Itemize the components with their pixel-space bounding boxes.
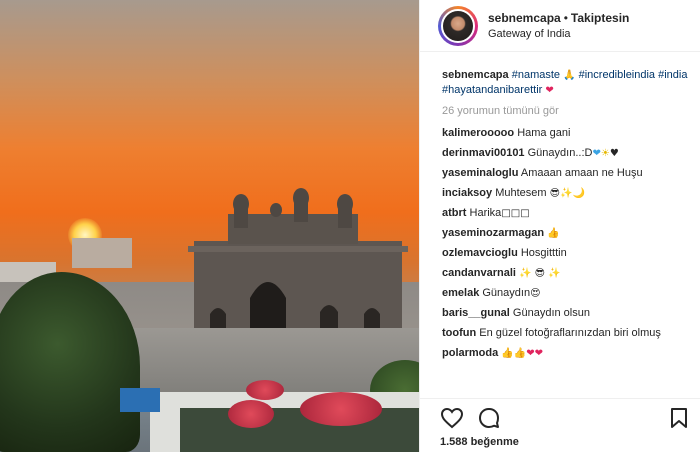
comment-list: sebnemcapa #namaste 🙏 #incredibleindia #… [442, 68, 694, 398]
black-heart-icon: ♥ [609, 148, 619, 159]
post-header: sebnemcapa • Takiptesin Gateway of India [420, 0, 700, 52]
comment: inciaksoy Muhtesem 😎✨🌙 [442, 186, 694, 201]
comment-username[interactable]: ozlemavcioglu [442, 247, 518, 259]
sparkle-icon: ✨ [560, 188, 573, 199]
comment-text: Amaaan amaan ne Huşu [520, 167, 643, 179]
comment-text: Günaydın olsun [512, 307, 590, 319]
comment-username[interactable]: candanvarnali [442, 267, 516, 279]
comment: toofun En güzel fotoğraflarınızdan biri … [442, 326, 694, 341]
bookmark-icon[interactable] [670, 407, 688, 429]
red-heart-icon: ❤ [545, 85, 554, 96]
comment: yaseminozarmagan 👍 [442, 226, 694, 241]
follow-status[interactable]: Takiptesin [571, 11, 629, 25]
comment-username[interactable]: emelak [442, 287, 479, 299]
comment-username[interactable]: kalimerooooo [442, 127, 514, 139]
sunglasses-icon: 😎 [534, 268, 545, 279]
post-sidebar: sebnemcapa • Takiptesin Gateway of India s… [419, 0, 700, 452]
red-heart-icon: ❤❤ [526, 348, 543, 359]
caption-username[interactable]: sebnemcapa [442, 69, 509, 81]
comment: candanvarnali ✨ 😎 ✨ [442, 266, 694, 281]
sparkle-icon: ✨ [548, 268, 561, 279]
hashtag[interactable]: #incredibleindia [579, 69, 655, 81]
comment: kalimerooooo Hama gani [442, 126, 694, 141]
comment-username[interactable]: yaseminozarmagan [442, 227, 544, 239]
praying-emoji-icon: 🙏 [563, 70, 576, 81]
heart-eyes-icon: 😍 [530, 288, 541, 299]
comment-text: Günaydın..:D [527, 147, 593, 159]
comment-text: Muhtesem [495, 187, 547, 199]
comment: yaseminaloglu Amaaan amaan ne Huşu [442, 166, 694, 181]
comment: ozlemavcioglu Hosgitttin [442, 246, 694, 261]
comment: atbrt Harika□□□ [442, 206, 694, 221]
comment-text: Hama gani [517, 127, 571, 139]
comment-username[interactable]: toofun [442, 327, 476, 339]
view-all-comments-link[interactable]: 26 yorumun tümünü gör [442, 104, 694, 119]
comment-icon[interactable] [477, 407, 501, 429]
comment-text: Harika [469, 207, 502, 219]
comment-username[interactable]: derinmavi00101 [442, 147, 525, 159]
comment-username[interactable]: inciaksoy [442, 187, 492, 199]
comment-username[interactable]: atbrt [442, 207, 466, 219]
avatar[interactable] [438, 5, 478, 46]
blue-tarp [120, 388, 160, 412]
flower-planter [300, 392, 382, 426]
comment-username[interactable]: polarmoda [442, 347, 498, 359]
comment-username[interactable]: yaseminaloglu [442, 167, 518, 179]
rooftop-garden [180, 408, 419, 452]
sparkle-icon: ✨ [519, 268, 532, 279]
heart-icon[interactable] [440, 407, 464, 429]
comment-text: Hosgitttin [520, 247, 567, 259]
comment: derinmavi00101 Günaydın..:D❤☀♥ [442, 146, 694, 161]
header-username[interactable]: sebnemcapa [488, 11, 561, 25]
blue-heart-icon: ❤ [592, 148, 601, 159]
thumbs-up-icon: 👍👍 [501, 348, 527, 359]
caption: sebnemcapa #namaste 🙏 #incredibleindia #… [442, 68, 694, 98]
comment: baris__gunal Günaydın olsun [442, 306, 694, 321]
comment-username[interactable]: baris__gunal [442, 307, 510, 319]
location-link[interactable]: Gateway of India [488, 28, 629, 40]
hashtag[interactable]: #india [658, 69, 687, 81]
hashtag[interactable]: #hayatandanibarettir [442, 84, 542, 96]
building [72, 238, 132, 268]
sunglasses-icon: 😎 [549, 188, 561, 199]
flower-planter [246, 380, 284, 400]
hashtag[interactable]: #namaste [512, 69, 560, 81]
comment: emelak Günaydın😍 [442, 286, 694, 301]
sun-face-icon: ☀ [600, 148, 610, 159]
comment-text: En güzel fotoğraflarınızdan biri olmuş [479, 327, 661, 339]
likes-count[interactable]: 1.588 beğenme [440, 436, 519, 448]
post-photo[interactable] [0, 0, 419, 452]
unknown-glyph-icon: □□□ [501, 208, 530, 219]
action-bar: 1.588 beğenme [420, 398, 700, 453]
comment-text: Günaydın [482, 287, 531, 299]
comment: polarmoda 👍👍❤❤ [442, 346, 694, 361]
flower-planter [228, 400, 274, 428]
moon-icon: 🌙 [572, 188, 585, 199]
thumbs-up-icon: 👍 [547, 228, 560, 239]
